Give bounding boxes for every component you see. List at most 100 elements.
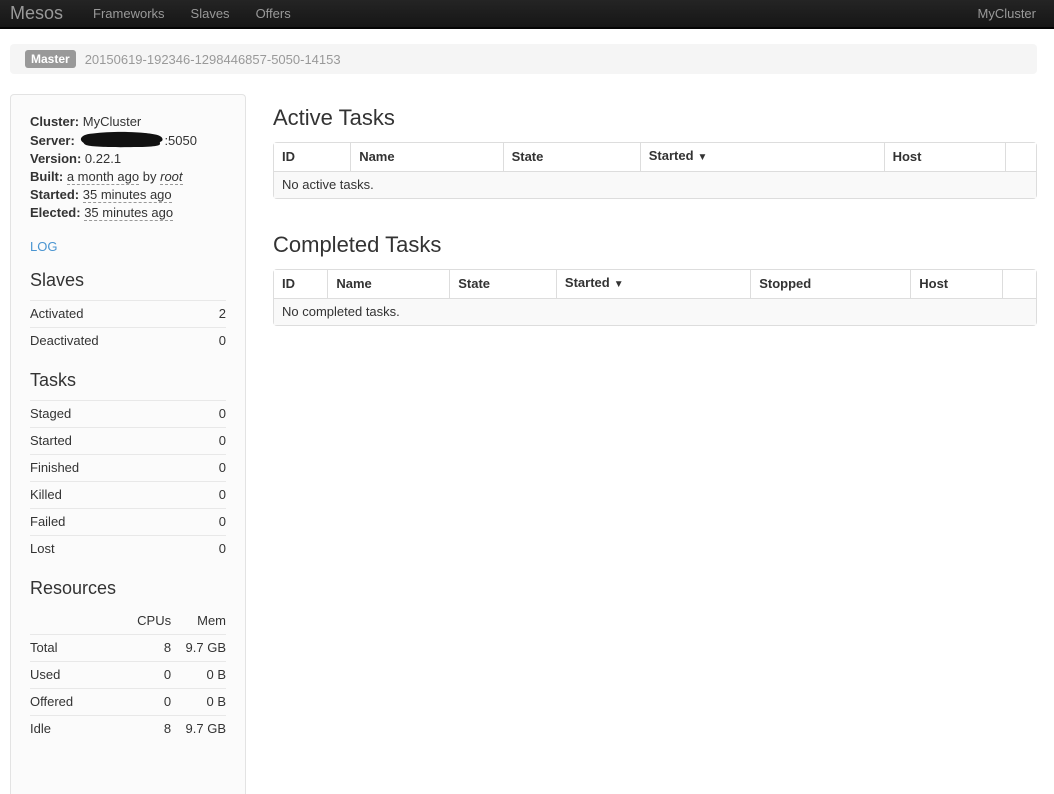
redacted-server-address (79, 131, 163, 148)
tasks-killed-count: 0 (201, 482, 226, 509)
tasks-lost-count: 0 (201, 536, 226, 563)
table-row: Staged 0 (30, 401, 226, 428)
sort-descending-icon: ▼ (614, 279, 624, 290)
table-header-row: CPUs Mem (30, 608, 226, 635)
completed-col-host[interactable]: Host (910, 270, 1001, 299)
resources-table: CPUs Mem Total 8 9.7 GB Used 0 0 B Offer… (30, 608, 226, 742)
started-label: Started: (30, 187, 79, 202)
nav-item-offers[interactable]: Offers (256, 6, 291, 21)
resources-used-label: Used (30, 662, 128, 689)
navbar-cluster-name: MyCluster (977, 6, 1036, 21)
master-id: 20150619-192346-1298446857-5050-14153 (85, 52, 341, 67)
table-header-row: ID Name State Started▼ Stopped Host (274, 270, 1036, 299)
resources-total-mem: 9.7 GB (171, 635, 226, 662)
version-value: 0.22.1 (85, 151, 121, 166)
no-completed-tasks-message: No completed tasks. (274, 299, 1036, 325)
resources-heading: Resources (30, 577, 226, 599)
slaves-activated-label: Activated (30, 301, 207, 328)
active-col-started[interactable]: Started▼ (640, 143, 884, 172)
table-row: Finished 0 (30, 455, 226, 482)
table-row: Started 0 (30, 428, 226, 455)
slaves-heading: Slaves (30, 269, 226, 291)
completed-col-name[interactable]: Name (327, 270, 449, 299)
resources-total-cpus: 8 (128, 635, 171, 662)
navbar: Mesos Frameworks Slaves Offers MyCluster (0, 0, 1054, 29)
resources-used-mem: 0 B (171, 662, 226, 689)
cluster-info-line: Cluster: MyCluster (30, 113, 226, 131)
no-active-tasks-message: No active tasks. (274, 172, 1036, 198)
version-info-line: Version: 0.22.1 (30, 150, 226, 168)
cluster-value: MyCluster (83, 114, 142, 129)
cluster-label: Cluster: (30, 114, 79, 129)
table-row: Total 8 9.7 GB (30, 635, 226, 662)
empty-state-row: No active tasks. (274, 172, 1036, 198)
started-info-line: Started: 35 minutes ago (30, 186, 226, 204)
server-port: :5050 (164, 133, 197, 148)
table-row: Offered 0 0 B (30, 689, 226, 716)
table-row: Activated 2 (30, 301, 226, 328)
resources-idle-mem: 9.7 GB (171, 716, 226, 743)
built-by: by (143, 169, 157, 184)
brand-mesos-link[interactable]: Mesos (10, 3, 63, 24)
tasks-started-count: 0 (201, 428, 226, 455)
completed-tasks-heading: Completed Tasks (273, 233, 1037, 257)
active-tasks-heading: Active Tasks (273, 106, 1037, 130)
table-row: Idle 8 9.7 GB (30, 716, 226, 743)
active-col-host[interactable]: Host (884, 143, 1006, 172)
nav-item-frameworks[interactable]: Frameworks (93, 6, 165, 21)
table-row: Failed 0 (30, 509, 226, 536)
resources-used-cpus: 0 (128, 662, 171, 689)
resources-offered-label: Offered (30, 689, 128, 716)
completed-col-started[interactable]: Started▼ (556, 270, 750, 299)
log-link[interactable]: LOG (30, 239, 57, 254)
elected-info-line: Elected: 35 minutes ago (30, 204, 226, 222)
started-time: 35 minutes ago (83, 187, 172, 203)
elected-label: Elected: (30, 205, 81, 220)
elected-time: 35 minutes ago (84, 205, 173, 221)
active-col-actions (1005, 143, 1036, 172)
sort-descending-icon: ▼ (698, 152, 708, 163)
nav-item-slaves[interactable]: Slaves (191, 6, 230, 21)
tasks-heading: Tasks (30, 369, 226, 391)
table-row: Deactivated 0 (30, 328, 226, 355)
active-col-name[interactable]: Name (350, 143, 502, 172)
resources-offered-mem: 0 B (171, 689, 226, 716)
master-badge: Master (25, 50, 76, 68)
tasks-failed-count: 0 (201, 509, 226, 536)
server-info-line: Server: :5050 (30, 131, 226, 150)
tasks-failed-label: Failed (30, 509, 201, 536)
table-row: Killed 0 (30, 482, 226, 509)
slaves-table: Activated 2 Deactivated 0 (30, 300, 226, 354)
table-row: Lost 0 (30, 536, 226, 563)
resources-offered-cpus: 0 (128, 689, 171, 716)
active-col-state[interactable]: State (503, 143, 640, 172)
slaves-activated-count: 2 (207, 301, 226, 328)
main-content: Active Tasks ID Name State Started▼ Host… (273, 94, 1037, 326)
tasks-killed-label: Killed (30, 482, 201, 509)
empty-state-row: No completed tasks. (274, 299, 1036, 325)
tasks-table: Staged 0 Started 0 Finished 0 Killed 0 F… (30, 400, 226, 562)
resources-cpus-header: CPUs (128, 608, 171, 635)
built-user: root (160, 169, 182, 185)
slaves-deactivated-label: Deactivated (30, 328, 207, 355)
completed-col-actions (1002, 270, 1036, 299)
completed-col-state[interactable]: State (449, 270, 556, 299)
slaves-deactivated-count: 0 (207, 328, 226, 355)
sidebar-panel: Cluster: MyCluster Server: :5050 Version… (10, 94, 246, 794)
tasks-staged-label: Staged (30, 401, 201, 428)
completed-col-id[interactable]: ID (274, 270, 327, 299)
breadcrumb: Master 20150619-192346-1298446857-5050-1… (10, 44, 1037, 74)
tasks-finished-label: Finished (30, 455, 201, 482)
completed-tasks-table: ID Name State Started▼ Stopped Host No c… (273, 269, 1037, 326)
active-col-id[interactable]: ID (274, 143, 350, 172)
completed-col-stopped[interactable]: Stopped (750, 270, 910, 299)
resources-mem-header: Mem (171, 608, 226, 635)
resources-idle-cpus: 8 (128, 716, 171, 743)
server-label: Server: (30, 133, 75, 148)
resources-idle-label: Idle (30, 716, 128, 743)
built-info-line: Built: a month ago by root (30, 168, 226, 186)
version-label: Version: (30, 151, 81, 166)
tasks-lost-label: Lost (30, 536, 201, 563)
table-row: Used 0 0 B (30, 662, 226, 689)
table-header-row: ID Name State Started▼ Host (274, 143, 1036, 172)
